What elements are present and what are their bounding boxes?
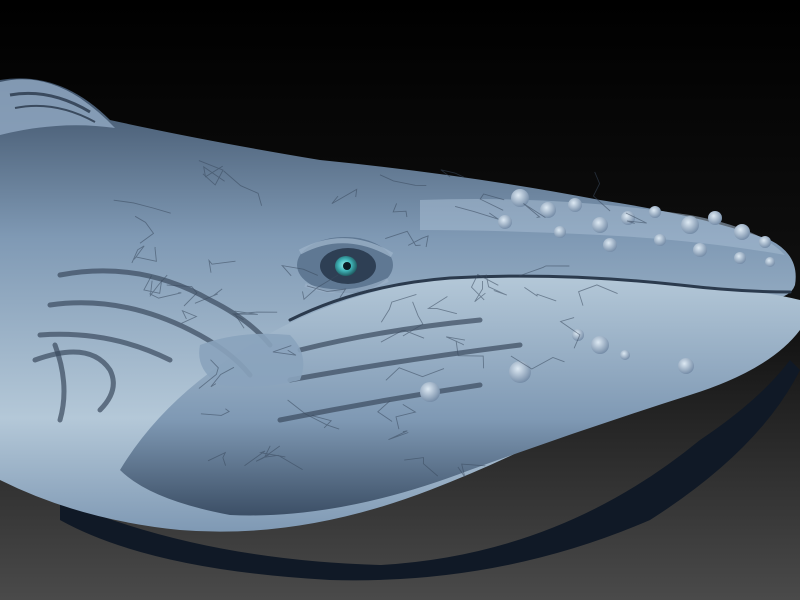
tubercle-bump <box>759 236 771 248</box>
tubercle-bump <box>620 350 630 360</box>
tubercle-bump <box>765 257 775 267</box>
tubercle-bump <box>509 361 531 383</box>
render-viewport <box>0 0 800 600</box>
tubercle-bump <box>554 226 566 238</box>
tubercle-bump <box>693 243 707 257</box>
tubercle-bump <box>681 216 699 234</box>
pectoral-fin-base <box>199 333 304 387</box>
tubercle-bump <box>654 234 666 246</box>
whale-eye <box>297 237 394 294</box>
tubercle-bump <box>592 217 608 233</box>
tubercle-bump <box>591 336 609 354</box>
eye-pupil <box>343 262 351 270</box>
tubercle-bump <box>678 358 694 374</box>
tubercle-bump <box>734 252 746 264</box>
tubercle-bump <box>420 382 440 402</box>
tubercle-bump <box>511 189 529 207</box>
tubercle-bump <box>708 211 722 225</box>
whale-render <box>0 0 800 600</box>
tubercle-bump <box>603 238 617 252</box>
tubercle-bump <box>498 215 512 229</box>
tubercle-bump <box>649 206 661 218</box>
tubercle-bump <box>568 198 582 212</box>
tubercle-bump <box>734 224 750 240</box>
